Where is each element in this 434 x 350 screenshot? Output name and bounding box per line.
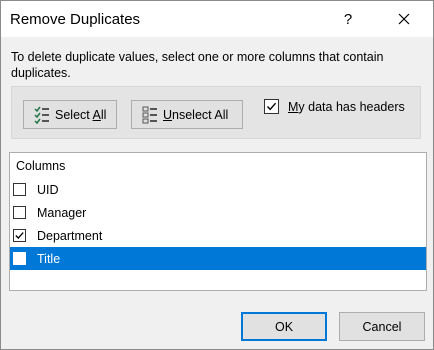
columns-list-header: Columns [16, 159, 66, 173]
help-button[interactable]: ? [333, 1, 363, 37]
selection-group: Select All Unselect All My data has head… [11, 86, 421, 139]
columns-list[interactable]: Columns UID Manager Department Title [9, 152, 427, 291]
column-checkbox[interactable] [13, 183, 26, 196]
column-checkbox[interactable] [13, 229, 26, 242]
close-icon [398, 13, 410, 25]
unselect-all-icon [142, 106, 157, 123]
select-all-button[interactable]: Select All [23, 100, 117, 129]
column-label: Department [37, 228, 103, 243]
column-checkbox[interactable] [13, 206, 26, 219]
column-checkbox[interactable] [13, 252, 26, 265]
ok-button[interactable]: OK [241, 312, 327, 341]
list-item[interactable]: UID [10, 178, 426, 201]
checkmark-icon [266, 102, 277, 111]
checkbox[interactable] [264, 99, 279, 114]
dialog-title: Remove Duplicates [10, 11, 141, 28]
title-bar: Remove Duplicates ? [1, 1, 433, 37]
instructions-text: To delete duplicate values, select one o… [11, 50, 384, 80]
select-all-label: Select All [55, 107, 107, 122]
list-item[interactable]: Department [10, 224, 426, 247]
column-label: Manager [37, 205, 87, 220]
remove-duplicates-dialog: Remove Duplicates ? To delete duplicate … [0, 0, 434, 350]
column-label: UID [37, 182, 59, 197]
select-all-icon [34, 106, 49, 124]
my-data-has-headers-checkbox[interactable]: My data has headers [264, 99, 405, 114]
my-data-has-headers-label: My data has headers [288, 99, 405, 114]
column-label: Title [37, 251, 61, 266]
close-button[interactable] [385, 1, 423, 37]
list-item[interactable]: Title [10, 247, 426, 270]
list-item[interactable]: Manager [10, 201, 426, 224]
unselect-all-label: Unselect All [163, 107, 229, 122]
unselect-all-button[interactable]: Unselect All [131, 100, 243, 129]
checkmark-icon [15, 232, 24, 239]
cancel-button[interactable]: Cancel [339, 312, 425, 341]
